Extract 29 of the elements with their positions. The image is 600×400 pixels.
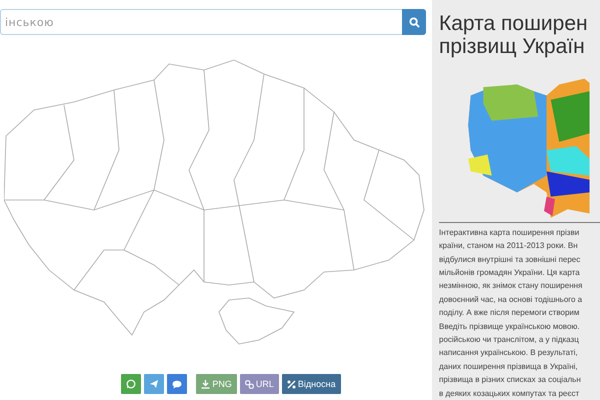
chat-share-button[interactable] bbox=[167, 374, 188, 394]
search-field[interactable]: інською bbox=[0, 9, 402, 35]
search-button[interactable] bbox=[402, 9, 426, 35]
whatsapp-share-button[interactable] bbox=[121, 374, 142, 394]
description-text: довоєнний час, на основі тодішнього а bbox=[439, 294, 584, 306]
percent-icon bbox=[286, 380, 296, 388]
chat-icon bbox=[172, 380, 182, 388]
png-button[interactable]: PNG bbox=[196, 374, 237, 394]
description-text: поділу. А вже після перемоги створим bbox=[439, 307, 580, 320]
description-text: в деяких козацьких компутах та реєст bbox=[439, 388, 580, 400]
link-icon bbox=[244, 380, 254, 388]
url-button[interactable]: URL bbox=[240, 374, 279, 394]
sidebar-title: Карта поширен прізвищ Україн bbox=[439, 12, 589, 58]
telegram-share-button[interactable] bbox=[144, 374, 164, 394]
description-text: відбулися внутрішні та зовнішні перес bbox=[439, 254, 582, 266]
search-icon bbox=[408, 16, 420, 28]
description-text: мільйонів громадян України. Ця карта bbox=[439, 266, 581, 279]
paper-plane-icon bbox=[149, 379, 160, 389]
download-icon bbox=[201, 380, 210, 388]
description-text: прізвища в різних списках за соціальн bbox=[439, 374, 582, 386]
description-text: російською чи транслітом, а у підказц bbox=[439, 334, 580, 346]
relative-button[interactable]: Відносна bbox=[282, 374, 341, 394]
description-text: незмінною, як знімок стану поширення bbox=[439, 280, 584, 292]
description-text: написання українською. В результаті, bbox=[439, 347, 579, 360]
description-text: даних поширення прізвища в Україні, bbox=[439, 360, 579, 373]
description-text: Інтерактивна карта поширення прізви bbox=[439, 226, 580, 239]
speech-bubble-icon bbox=[126, 379, 136, 389]
description-text: країни, станом на 2011-2013 роки. Вн bbox=[439, 240, 579, 252]
description-text: Введіть прізвище українською мовою. bbox=[439, 320, 581, 333]
